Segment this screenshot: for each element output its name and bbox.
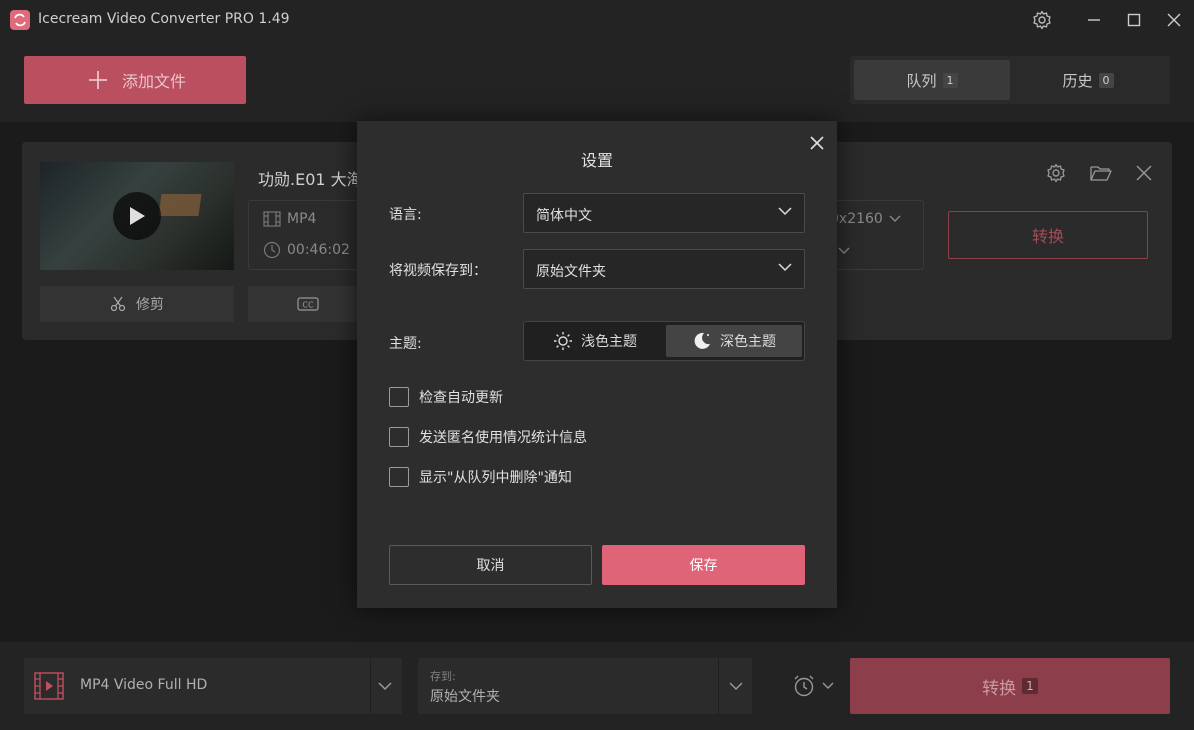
language-label: 语言: <box>389 207 422 223</box>
send-stats-checkbox[interactable]: 发送匿名使用情况统计信息 <box>389 427 587 447</box>
chevron-down-icon <box>838 247 850 254</box>
theme-light-option[interactable]: 浅色主题 <box>527 325 663 357</box>
file-duration: 00:46:02 <box>287 242 350 258</box>
chevron-down-icon <box>778 263 792 272</box>
dialog-title: 设置 <box>580 151 613 170</box>
play-icon <box>130 207 145 225</box>
save-to-select[interactable]: 存到: 原始文件夹 <box>418 658 752 714</box>
check-updates-label: 检查自动更新 <box>419 390 503 406</box>
save-to-caption: 存到: <box>430 670 456 683</box>
convert-all-button[interactable]: 转换 1 <box>850 658 1170 714</box>
schedule-button[interactable] <box>792 672 838 700</box>
save-to-label: 将视频保存到： <box>389 263 487 279</box>
cc-icon: CC <box>297 297 319 311</box>
theme-label: 主题: <box>389 336 422 352</box>
open-folder-icon[interactable] <box>1088 160 1114 186</box>
checkbox-box[interactable] <box>389 427 409 447</box>
resolution-value: 0x2160 <box>830 211 883 227</box>
app-logo-icon <box>10 10 30 30</box>
chevron-down-icon <box>778 207 792 216</box>
window-title: Icecream Video Converter PRO 1.49 <box>38 11 290 27</box>
title-bar: Icecream Video Converter PRO 1.49 <box>0 0 1194 40</box>
video-thumbnail[interactable] <box>40 162 234 270</box>
save-to-folder-value: 原始文件夹 <box>536 264 606 280</box>
send-stats-label: 发送匿名使用情况统计信息 <box>419 430 587 446</box>
format-row: MP4 <box>263 211 316 227</box>
duration-row: 00:46:02 <box>263 241 350 259</box>
checkbox-box[interactable] <box>389 467 409 487</box>
add-file-button[interactable]: 添加文件 <box>24 56 246 104</box>
chevron-down-icon <box>822 682 834 689</box>
language-select[interactable]: 简体中文 <box>523 193 805 233</box>
divider <box>718 658 719 714</box>
save-to-value: 原始文件夹 <box>430 689 500 705</box>
alarm-clock-icon <box>794 675 814 697</box>
theme-light-label: 浅色主题 <box>581 334 637 350</box>
trim-button[interactable]: 修剪 <box>40 286 234 322</box>
settings-gear-icon[interactable] <box>1030 8 1054 32</box>
settings-dialog: 设置 语言: 简体中文 将视频保存到： 原始文件夹 主题: 浅色主题 深色主题 … <box>357 121 837 608</box>
convert-all-label: 转换 <box>982 678 1017 699</box>
play-button[interactable] <box>113 192 161 240</box>
scissors-icon <box>110 296 126 312</box>
item-settings-gear-icon[interactable] <box>1043 160 1069 186</box>
cc-text: CC <box>302 301 314 310</box>
subtitle-button[interactable]: CC <box>248 286 368 322</box>
tab-queue-count: 1 <box>942 72 958 88</box>
save-button[interactable]: 保存 <box>602 545 805 585</box>
save-to-folder-select[interactable]: 原始文件夹 <box>523 249 805 289</box>
bottom-bar: MP4 Video Full HD 存到: 原始文件夹 转换 1 <box>0 642 1194 730</box>
output-format-select[interactable]: MP4 Video Full HD <box>24 658 402 714</box>
theme-dark-option[interactable]: 深色主题 <box>666 325 802 357</box>
checkbox-box[interactable] <box>389 387 409 407</box>
check-updates-checkbox[interactable]: 检查自动更新 <box>389 387 503 407</box>
chevron-down-icon[interactable] <box>378 682 392 691</box>
resolution-select[interactable]: 0x2160 <box>830 211 901 227</box>
item-convert-button[interactable]: 转换 <box>948 211 1148 259</box>
tab-history-label: 历史 <box>1062 71 1093 90</box>
tab-history-count: 0 <box>1098 72 1114 88</box>
thumbnail-detail <box>158 194 202 216</box>
input-info-box: MP4 00:46:02 <box>248 200 368 270</box>
remove-notice-label: 显示"从队列中删除"通知 <box>419 470 572 486</box>
clock-icon <box>263 241 281 259</box>
top-toolbar: 添加文件 队列 1 历史 0 <box>0 40 1194 122</box>
chevron-down-icon <box>889 215 901 222</box>
plus-icon <box>89 71 107 89</box>
tab-queue-label: 队列 <box>906 71 937 90</box>
divider <box>370 658 371 714</box>
file-format: MP4 <box>287 211 317 227</box>
language-value: 简体中文 <box>536 208 592 224</box>
minimize-icon[interactable] <box>1082 8 1106 32</box>
dialog-close-icon[interactable] <box>805 131 829 155</box>
tab-queue[interactable]: 队列 1 <box>854 60 1010 100</box>
sun-icon <box>554 332 572 350</box>
cancel-button[interactable]: 取消 <box>389 545 592 585</box>
remove-notice-checkbox[interactable]: 显示"从队列中删除"通知 <box>389 467 572 487</box>
file-title: 功勋.E01 大海 <box>258 170 363 189</box>
video-file-icon <box>34 672 64 700</box>
remove-item-close-icon[interactable] <box>1131 160 1157 186</box>
theme-toggle: 浅色主题 深色主题 <box>523 321 805 361</box>
add-file-label: 添加文件 <box>122 72 187 91</box>
output-format-label: MP4 Video Full HD <box>80 677 208 693</box>
convert-count-badge: 1 <box>1022 678 1038 694</box>
theme-dark-label: 深色主题 <box>720 334 776 350</box>
film-icon <box>263 211 281 227</box>
queue-history-tabs: 队列 1 历史 0 <box>850 56 1170 104</box>
tab-history[interactable]: 历史 0 <box>1010 60 1166 100</box>
trim-label: 修剪 <box>136 297 164 313</box>
moon-icon <box>694 332 710 349</box>
close-window-icon[interactable] <box>1162 8 1186 32</box>
maximize-icon[interactable] <box>1122 8 1146 32</box>
chevron-down-icon[interactable] <box>729 682 743 691</box>
